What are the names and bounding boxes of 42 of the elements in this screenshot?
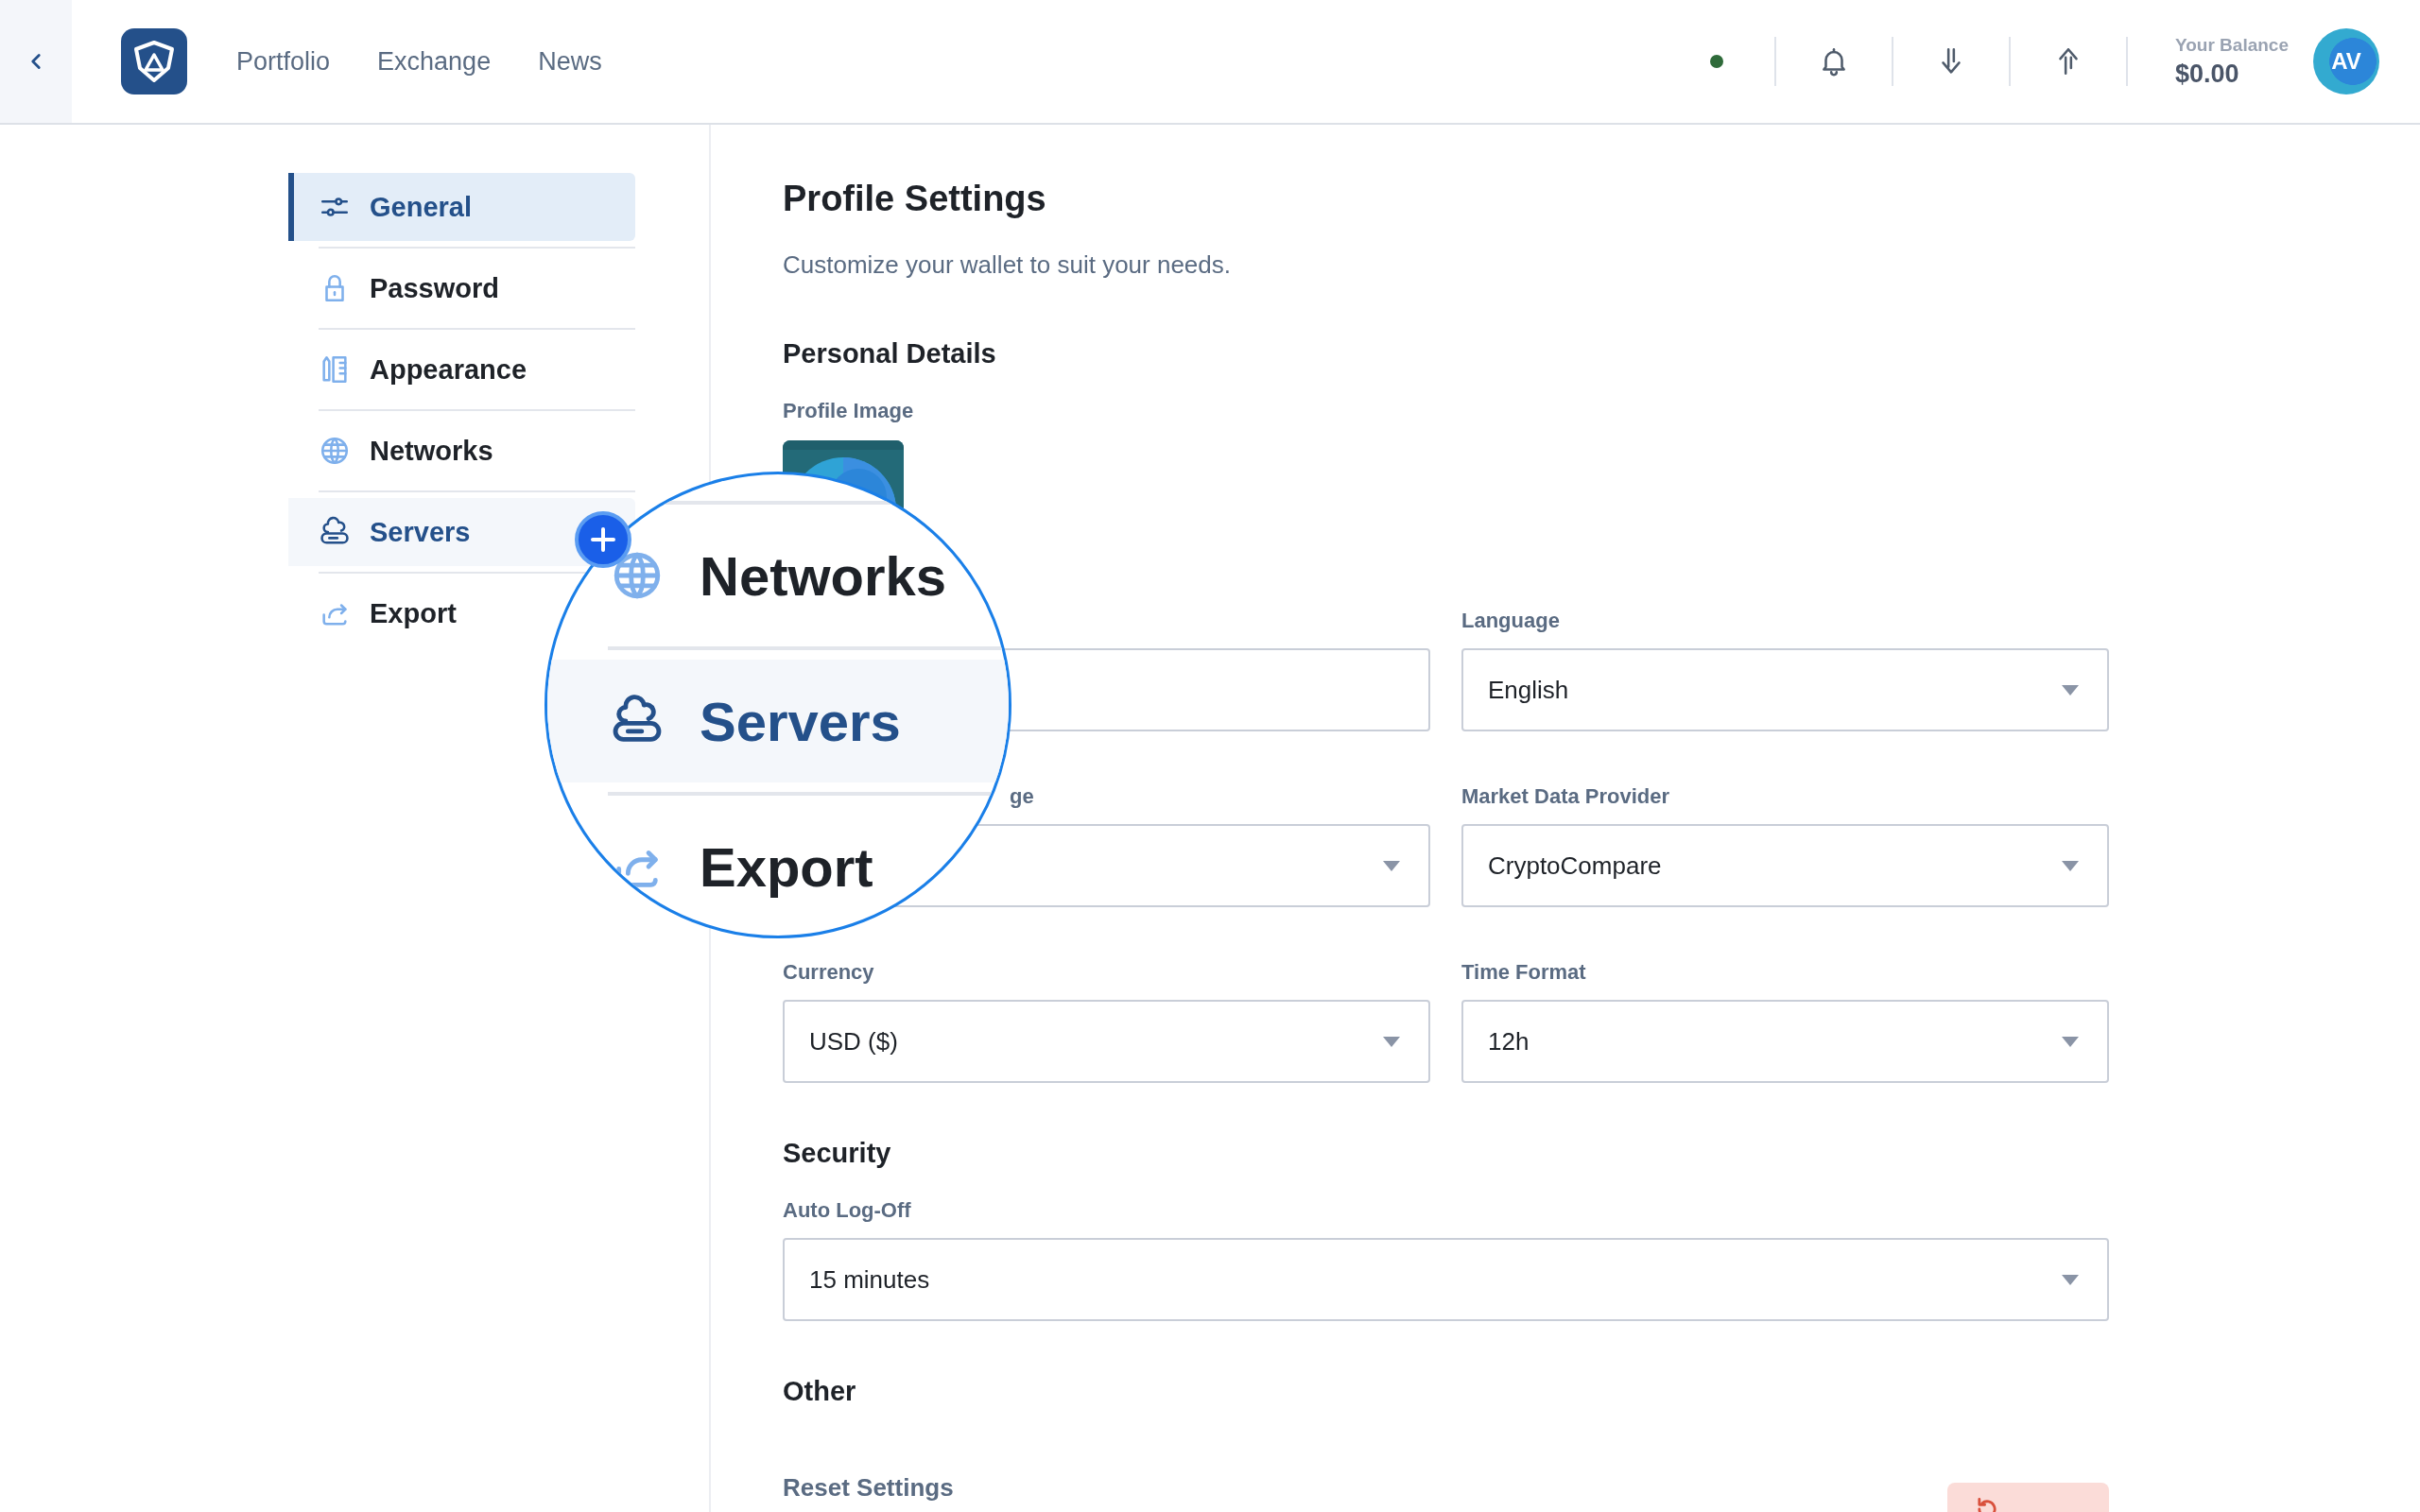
magnified-label: Export: [700, 834, 873, 899]
section-heading: Other: [783, 1376, 857, 1407]
caret-icon: [2062, 860, 2079, 871]
caret-icon: [1383, 1036, 1400, 1047]
field-label: Market Data Provider: [1461, 784, 1670, 809]
magnified-label: Networks: [700, 543, 947, 608]
field-label: Currency: [783, 960, 874, 985]
caret-icon: [1383, 860, 1400, 871]
select-field[interactable]: English: [1461, 648, 2109, 731]
caret-icon: [2062, 1274, 2079, 1285]
select-field[interactable]: 15 minutes: [783, 1238, 2109, 1321]
select-field[interactable]: USD ($): [783, 1000, 1430, 1083]
avatar[interactable]: AV: [2313, 28, 2379, 94]
field-label: ge: [1010, 784, 1034, 809]
nav-link[interactable]: News: [538, 46, 602, 77]
page-subtitle: Customize your wallet to suit your needs.: [783, 250, 1232, 280]
balance-label: Your Balance: [2174, 34, 2289, 56]
nav-link[interactable]: Portfolio: [236, 46, 331, 77]
field-label: Auto Log-Off: [783, 1198, 911, 1223]
field-label: Profile Image: [783, 399, 914, 423]
shield-logo-icon[interactable]: [121, 28, 187, 94]
section-heading: Personal Details: [783, 338, 997, 369]
plus-icon: [575, 511, 631, 568]
magnified-label: Servers: [700, 689, 901, 753]
sidebar-item[interactable]: Password: [288, 254, 499, 322]
page-title: Profile Settings: [783, 179, 1047, 219]
balance-amount: $0.00: [2174, 59, 2240, 89]
caret-icon: [2062, 1036, 2079, 1047]
status-dot: [1709, 55, 1723, 68]
section-heading: Security: [783, 1138, 892, 1169]
field-label: Time Format: [1461, 960, 1586, 985]
sidebar-item[interactable]: Export: [288, 579, 457, 647]
field-label: Language: [1461, 609, 1560, 633]
sidebar-item[interactable]: General: [288, 173, 635, 241]
globe-icon: [319, 435, 351, 467]
field-label: Reset Settings: [783, 1473, 954, 1503]
select-field[interactable]: CryptoCompare: [1461, 824, 2109, 907]
caret-icon: [2062, 684, 2079, 696]
sidebar-item[interactable]: Appearance: [288, 335, 527, 404]
select-field[interactable]: 12h: [1461, 1000, 2109, 1083]
sidebar-item[interactable]: Networks: [288, 417, 493, 485]
nav-link[interactable]: Exchange: [377, 46, 492, 77]
